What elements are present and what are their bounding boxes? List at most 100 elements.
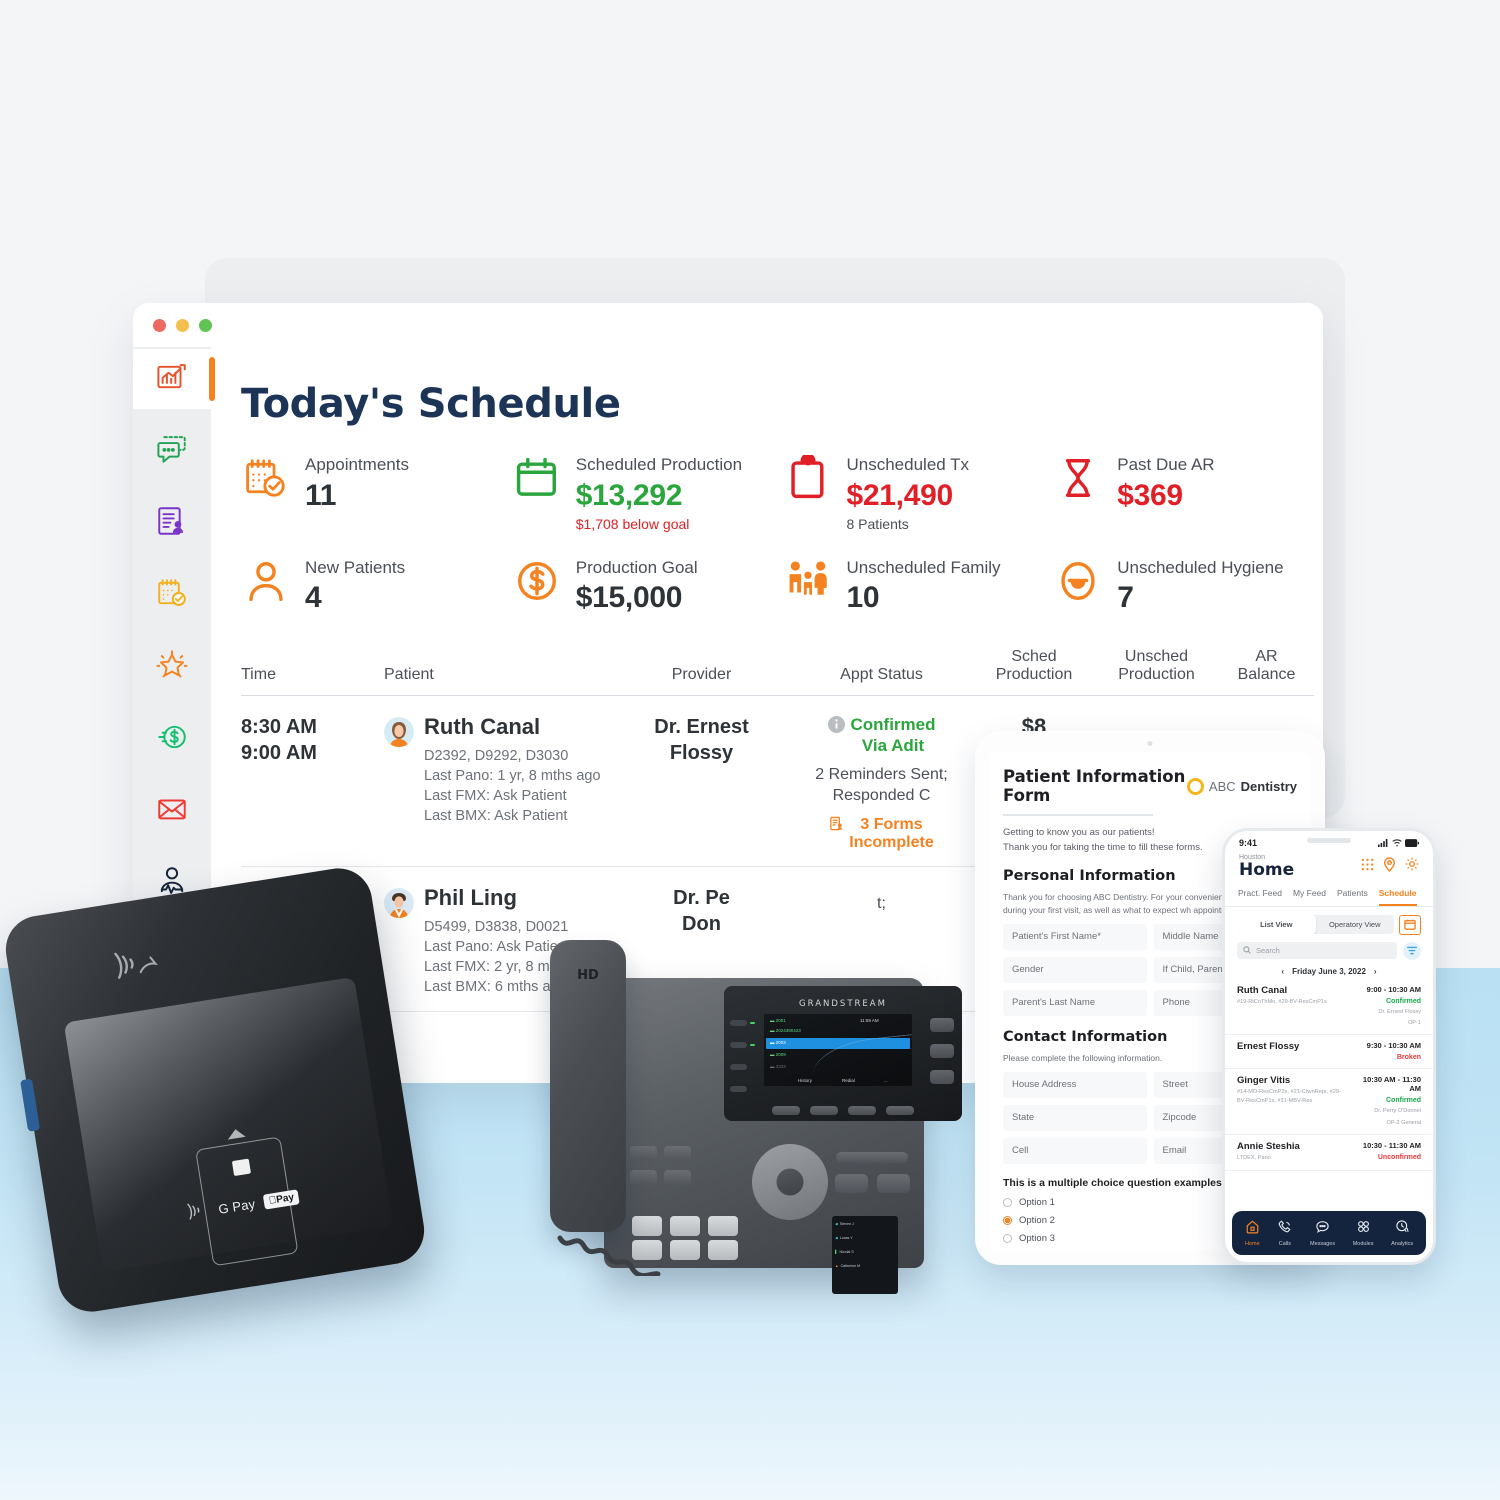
sidebar-item-dashboard[interactable] bbox=[133, 349, 215, 409]
location-pin-icon[interactable] bbox=[1383, 856, 1396, 877]
line-led-2 bbox=[750, 1044, 755, 1046]
field-first-name[interactable]: Patient's First Name* bbox=[1003, 923, 1147, 950]
softkey-3[interactable] bbox=[848, 1106, 876, 1115]
line-key-2[interactable] bbox=[730, 1042, 747, 1048]
appointment-time: 10:30 AM - 11:30 AM bbox=[1362, 1075, 1421, 1094]
forms-incomplete-badge[interactable]: 3 Forms Incomplete bbox=[789, 816, 974, 852]
status-line2: Via Adit bbox=[861, 736, 925, 756]
line-key-4[interactable] bbox=[730, 1086, 747, 1092]
kpi-scheduled-production[interactable]: Scheduled Production $13,292 $1,708 belo… bbox=[512, 455, 773, 532]
list-item[interactable]: Ernest Flossy 9:30 - 10:30 AM Broken bbox=[1225, 1035, 1433, 1070]
column-header-line1: AR bbox=[1255, 648, 1278, 666]
provider-line1: Dr. Pe bbox=[673, 886, 730, 909]
nav-item-home[interactable]: Home bbox=[1245, 1219, 1260, 1247]
field-cell[interactable]: Cell bbox=[1003, 1137, 1147, 1164]
forms-line1: 3 Forms bbox=[860, 815, 923, 833]
kpi-unscheduled-hygiene[interactable]: Unscheduled Hygiene 7 bbox=[1053, 558, 1314, 614]
softkey-2[interactable] bbox=[810, 1106, 838, 1115]
handset[interactable]: HD bbox=[550, 940, 626, 1232]
line-key-1[interactable] bbox=[730, 1020, 747, 1026]
list-item[interactable]: Ginger Vitis #14-MO-ResCmP2s, #21-CrwnRe… bbox=[1225, 1069, 1433, 1136]
keypad-1[interactable] bbox=[632, 1216, 662, 1236]
brand-name: Dentistry bbox=[1240, 778, 1297, 794]
tab-patients[interactable]: Patients bbox=[1337, 888, 1368, 906]
field-parent-last-name[interactable]: Parent's Last Name bbox=[1003, 989, 1147, 1016]
kpi-unscheduled-family[interactable]: Unscheduled Family 10 bbox=[783, 557, 1044, 614]
softkey-4[interactable] bbox=[886, 1106, 914, 1115]
calendar-icon[interactable] bbox=[1399, 914, 1421, 935]
conference-key[interactable] bbox=[930, 1044, 954, 1058]
patient-last-pano: Last Pano: 1 yr, 8 mths ago bbox=[424, 767, 601, 784]
prev-day-button[interactable]: ‹ bbox=[1281, 967, 1284, 976]
line-key-3[interactable] bbox=[730, 1064, 747, 1070]
sidebar-item-scheduling[interactable] bbox=[133, 565, 211, 625]
field-state[interactable]: State bbox=[1003, 1104, 1147, 1131]
nav-item-calls[interactable]: Calls bbox=[1277, 1219, 1292, 1247]
send-key[interactable] bbox=[835, 1174, 868, 1193]
segment-operatory-view[interactable]: Operatory View bbox=[1316, 915, 1395, 934]
tooth-logo-icon bbox=[1186, 777, 1204, 795]
nav-item-messages[interactable]: Messages bbox=[1310, 1219, 1335, 1247]
kpi-label: Unscheduled Family bbox=[846, 557, 1001, 577]
volume-bar[interactable] bbox=[836, 1152, 908, 1163]
speaker-key[interactable] bbox=[877, 1174, 910, 1193]
close-icon[interactable] bbox=[153, 318, 166, 332]
headset-key[interactable] bbox=[630, 1170, 657, 1185]
kpi-new-patients[interactable]: New Patients 4 bbox=[241, 558, 502, 614]
list-item[interactable]: Annie Steshia LTDEX, Pano 10:30 - 11:30 … bbox=[1225, 1135, 1433, 1171]
nav-item-modules[interactable]: Modules bbox=[1353, 1219, 1374, 1247]
sidebar-item-campaigns[interactable] bbox=[133, 781, 211, 841]
home-icon bbox=[1246, 1220, 1259, 1234]
column-header-provider: Provider bbox=[671, 666, 732, 684]
time-end: 9:00 AM bbox=[241, 742, 317, 765]
phone-lcd-screen: ▬ 2001 ▬ 2024390423 ▬ 2003 ▬ 2009 ▬ 3333… bbox=[764, 1014, 912, 1086]
contacts-key[interactable] bbox=[664, 1146, 691, 1161]
keypad-5[interactable] bbox=[670, 1240, 700, 1260]
mute-key[interactable] bbox=[664, 1170, 691, 1185]
filter-icon[interactable] bbox=[1403, 941, 1421, 960]
gear-icon[interactable] bbox=[1405, 857, 1419, 876]
form-title: Patient Information Form bbox=[1003, 767, 1186, 805]
nav-item-analytics[interactable]: Analytics bbox=[1391, 1219, 1413, 1247]
softkey-1[interactable] bbox=[772, 1106, 800, 1115]
kpi-grid: Appointments 11 Scheduled Production $13… bbox=[241, 455, 1314, 614]
field-house-address[interactable]: House Address bbox=[1003, 1071, 1147, 1098]
sidebar-item-reviews[interactable] bbox=[133, 637, 211, 697]
next-day-button[interactable]: › bbox=[1374, 967, 1377, 976]
sidebar-item-payments[interactable] bbox=[133, 709, 211, 769]
field-gender[interactable]: Gender bbox=[1003, 956, 1147, 983]
list-item[interactable]: Ruth Canal #19-RtCnThMo, #29-BV-ResCmP1s… bbox=[1225, 979, 1433, 1036]
transfer-key[interactable] bbox=[930, 1018, 954, 1032]
minimize-icon[interactable] bbox=[176, 318, 189, 332]
info-icon[interactable] bbox=[827, 715, 845, 733]
segment-list-view[interactable]: List View bbox=[1237, 915, 1316, 935]
kpi-subtext: $1,708 below goal bbox=[575, 515, 690, 532]
kpi-unscheduled-tx[interactable]: Unscheduled Tx $21,490 8 Patients bbox=[783, 455, 1044, 532]
maximize-icon[interactable] bbox=[199, 318, 212, 332]
kpi-past-due-ar[interactable]: Past Due AR $369 bbox=[1053, 455, 1314, 532]
message-key[interactable] bbox=[630, 1146, 657, 1161]
sidebar-item-messages[interactable] bbox=[133, 421, 211, 481]
patient-name[interactable]: Phil Ling bbox=[424, 885, 597, 911]
kpi-production-goal[interactable]: Production Goal $15,000 bbox=[512, 558, 773, 614]
forms-line2: Incomplete bbox=[849, 833, 934, 851]
tab-my-feed[interactable]: My Feed bbox=[1293, 888, 1326, 906]
sidebar-item-patient-records[interactable] bbox=[133, 493, 211, 553]
line-led-1 bbox=[750, 1022, 755, 1024]
scene: Today's Schedule Appointments 11 Schedul… bbox=[0, 0, 1500, 1500]
app-tabs: Pract. Feed My Feed Patients Schedule bbox=[1225, 880, 1433, 907]
terminal-screen[interactable]: G Pay Pay bbox=[63, 976, 394, 1272]
dialpad-icon[interactable] bbox=[1361, 858, 1374, 876]
tab-schedule[interactable]: Schedule bbox=[1378, 888, 1417, 906]
patient-name[interactable]: Ruth Canal bbox=[424, 714, 601, 740]
hold-key[interactable] bbox=[930, 1070, 954, 1084]
navigation-pad[interactable] bbox=[752, 1144, 828, 1220]
patient-list-icon bbox=[155, 504, 189, 543]
tab-pract-feed[interactable]: Pract. Feed bbox=[1238, 888, 1282, 906]
kpi-appointments[interactable]: Appointments 11 bbox=[241, 455, 502, 532]
keypad-3[interactable] bbox=[708, 1216, 738, 1236]
search-input[interactable]: Search bbox=[1237, 942, 1397, 960]
keypad-2[interactable] bbox=[670, 1216, 700, 1236]
app-header: Houston Home bbox=[1225, 850, 1433, 880]
keypad-6[interactable] bbox=[708, 1240, 738, 1260]
